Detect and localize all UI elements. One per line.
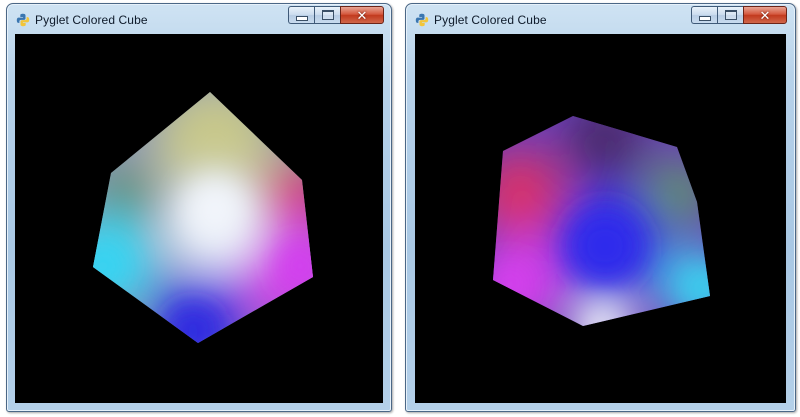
minimize-icon	[295, 15, 308, 21]
maximize-icon	[321, 10, 334, 20]
pyglet-window-1[interactable]: Pyglet Colored Cube ✕	[6, 3, 392, 412]
python-logo-icon	[415, 13, 429, 27]
title-bar[interactable]: Pyglet Colored Cube ✕	[406, 4, 795, 34]
minimize-icon	[698, 15, 711, 21]
colored-cube-render	[93, 92, 313, 343]
close-icon: ✕	[356, 7, 368, 23]
maximize-button[interactable]	[314, 6, 340, 24]
window-controls: ✕	[288, 6, 384, 24]
maximize-button[interactable]	[717, 6, 743, 24]
close-button[interactable]: ✕	[743, 6, 787, 24]
opengl-viewport[interactable]	[415, 34, 786, 403]
minimize-button[interactable]	[288, 6, 314, 24]
colored-cube-render	[493, 116, 710, 326]
window-controls: ✕	[691, 6, 787, 24]
window-title: Pyglet Colored Cube	[434, 13, 547, 27]
close-button[interactable]: ✕	[340, 6, 384, 24]
python-logo-icon	[16, 13, 30, 27]
minimize-button[interactable]	[691, 6, 717, 24]
maximize-icon	[724, 10, 737, 20]
close-icon: ✕	[759, 7, 771, 23]
window-title: Pyglet Colored Cube	[35, 13, 148, 27]
title-bar[interactable]: Pyglet Colored Cube ✕	[7, 4, 391, 34]
opengl-viewport[interactable]	[15, 34, 383, 403]
pyglet-window-2[interactable]: Pyglet Colored Cube ✕	[405, 3, 796, 412]
